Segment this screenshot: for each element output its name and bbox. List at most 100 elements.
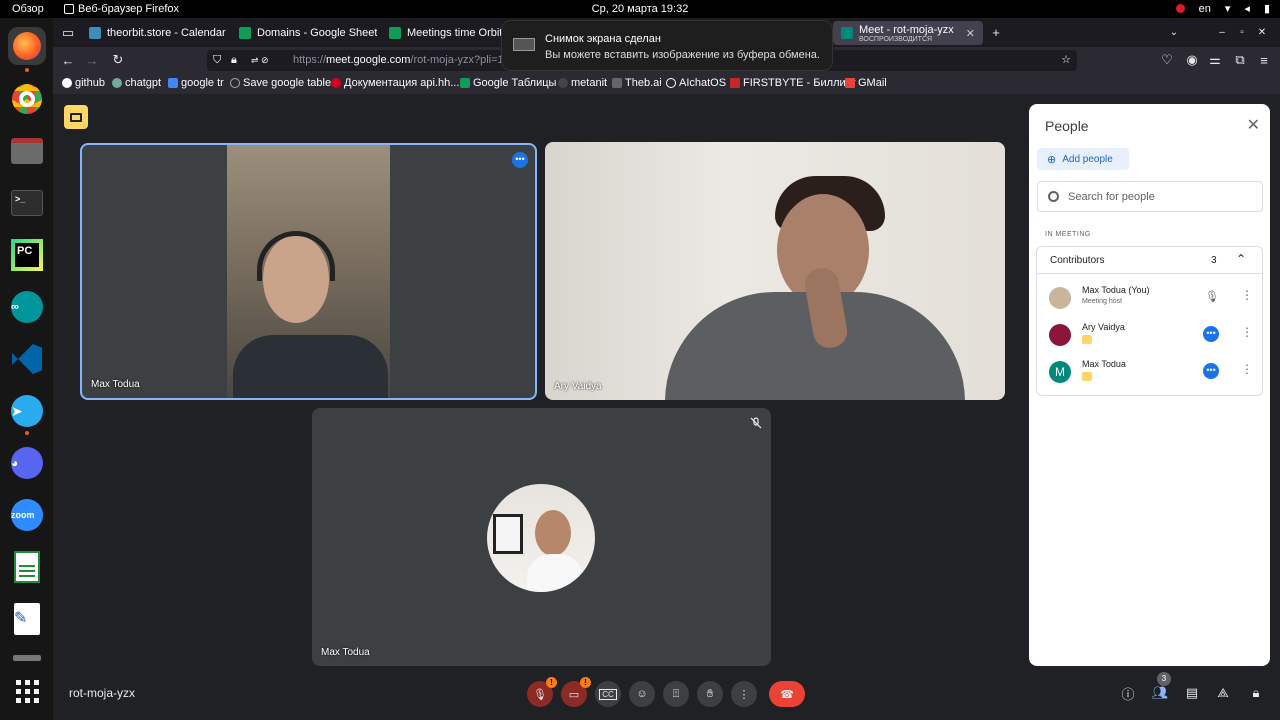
people-icon[interactable]: 👥︎ [1151,684,1169,702]
site-lock-icon[interactable]: 🔒︎ [231,50,237,71]
presentation-indicator-icon[interactable] [64,105,88,129]
leave-call-button[interactable]: ☎︎ [769,681,805,707]
system-top-bar: Обзор Веб-браузер Firefox Ср, 20 марта 1… [0,0,1280,18]
back-icon[interactable]: ← [59,51,77,69]
pocket-icon[interactable]: ♡ [1158,51,1176,69]
chevron-up-icon[interactable]: ⌃ [1236,252,1246,266]
present-button[interactable]: ⍐ [663,681,689,707]
participant-video [227,145,390,398]
tab-calendar[interactable]: theorbit.store - Calendar ✕ [81,21,227,45]
chat-icon[interactable]: ▤ [1183,684,1201,702]
pycharm-dock-icon[interactable]: PC [8,236,46,274]
participant-name: Max Todua [321,647,370,658]
search-icon [1048,191,1059,202]
clock[interactable]: Ср, 20 марта 19:32 [0,3,1280,15]
captions-icon: CC [599,688,617,700]
account-icon[interactable]: ◉ [1183,51,1201,69]
tab-label: theorbit.store - Calendar [107,27,226,39]
metanit-icon [558,78,568,88]
bookmark-save-google-table[interactable]: Save google table [230,77,331,89]
list-all-tabs-icon[interactable]: ⌄ [1165,23,1183,41]
discord-dock-icon[interactable]: ◕ [8,444,46,482]
url-host: meet.google.com [326,54,411,66]
close-window-icon[interactable]: ✕ [1253,23,1271,41]
files-dock-icon[interactable] [8,132,46,170]
maximize-window-icon[interactable]: ▫ [1233,23,1251,41]
more-options-icon[interactable]: ⋮ [1241,362,1253,376]
telegram-dock-icon[interactable]: ➤ [8,392,46,430]
bookmark-google-translate[interactable]: google tr [168,77,224,89]
bookmark-star-icon[interactable]: ☆ [1061,50,1071,71]
mic-toggle-button[interactable]: 🎙︎! [527,677,557,707]
host-controls-icon[interactable]: 🔒︎ [1247,684,1265,702]
panel-title: People [1045,118,1089,134]
bookmark-google-sheets[interactable]: Google Таблицы [460,77,556,89]
menu-icon[interactable]: ≡ [1255,51,1273,69]
meeting-details-icon[interactable]: ⓘ [1119,684,1137,702]
tracking-protection-icon[interactable]: ⛉ [213,50,221,71]
globe-icon [230,78,240,88]
screen-record-icon[interactable] [1175,4,1185,13]
arduino-dock-icon[interactable]: ∞ [8,288,46,326]
spreadsheet-dock-icon[interactable] [8,548,46,586]
tab-list-icon[interactable]: ▭ [59,24,77,42]
chrome-dock-icon[interactable] [8,80,46,118]
screenshot-thumbnail [513,38,535,51]
bookmark-metanit[interactable]: metanit [558,77,607,89]
close-tab-icon[interactable]: ✕ [966,27,975,40]
more-options-button[interactable]: ⋮ [731,681,757,707]
forward-icon[interactable]: → [83,51,101,69]
participant-row[interactable]: Max Todua (You) Meeting host 🎙︎ ⋮ [1037,282,1262,316]
raise-hand-button[interactable]: ✋︎ [697,681,723,707]
more-options-icon[interactable]: ⋮ [1241,325,1253,339]
tab-meet[interactable]: Meet - rot-moja-yzx ВОСПРОИЗВОДИТСЯ ✕ [833,21,983,45]
presenting-badge-icon [1082,372,1092,381]
extension-icon[interactable]: ⚌ [1206,51,1224,69]
wifi-icon: ▾ [1224,3,1231,15]
keyboard-layout[interactable]: en [1199,3,1211,15]
bookmark-hh-api[interactable]: Документация api.hh... [331,77,459,89]
search-people-input[interactable]: Search for people [1037,181,1263,212]
app-grid-icon[interactable] [8,672,46,710]
more-options-icon[interactable]: ⋮ [1241,288,1253,302]
activities-icon[interactable]: ⟁ [1214,684,1232,702]
captions-button[interactable]: CC [595,681,621,707]
people-panel: People ✕ ⊕ Add people Search for people … [1029,104,1270,666]
hh-icon [331,78,341,88]
extensions-puzzle-icon[interactable]: ⧉ [1231,51,1249,69]
terminal-dock-icon[interactable]: >_ [8,184,46,222]
reload-icon[interactable]: ↻ [109,51,127,69]
close-panel-icon[interactable]: ✕ [1247,115,1260,135]
bookmark-firstbyte[interactable]: FIRSTBYTE - Биллинг [730,77,856,89]
trash-dock-icon[interactable] [8,652,46,664]
tab-domains[interactable]: Domains - Google Sheets ✕ [231,21,377,45]
contributors-header[interactable]: Contributors 3 ⌃ [1037,247,1262,274]
bookmark-thebai[interactable]: Theb.ai [612,77,662,89]
bookmark-chatgpt[interactable]: chatgpt [112,77,161,89]
zoom-dock-icon[interactable]: zoom [8,496,46,534]
tile-options-icon[interactable]: ••• [512,152,528,168]
minimize-window-icon[interactable]: – [1213,23,1231,41]
firefox-dock-icon[interactable] [8,27,46,65]
warning-icon: ! [580,677,591,688]
participant-row[interactable]: M Max Todua ••• ⋮ [1037,356,1262,390]
vscode-dock-icon[interactable] [8,340,46,378]
mic-off-icon[interactable]: 🎙︎ [1205,290,1219,303]
add-people-button[interactable]: ⊕ Add people [1037,148,1129,170]
bookmark-github[interactable]: github [62,77,105,89]
new-tab-icon[interactable]: + [987,23,1005,41]
video-tile-pinned[interactable]: ••• Max Todua [80,143,537,400]
tab-meetings-time[interactable]: Meetings time Orbit - [381,21,501,45]
reactions-button[interactable]: ☺ [629,681,655,707]
screenshot-notification[interactable]: Снимок экрана сделан Вы можете вставить … [501,20,833,71]
participant-row[interactable]: Ary Vaidya ••• ⋮ [1037,319,1262,353]
bookmark-gmail[interactable]: GMail [845,77,887,89]
meet-page: ••• Max Todua Ary Vaidya Max Todua Peopl… [53,94,1280,720]
camera-toggle-button[interactable]: ▭! [561,677,591,707]
video-tile[interactable]: Ary Vaidya [545,142,1005,400]
bookmark-aichatos[interactable]: AIchatOS [666,77,726,89]
permissions-icon[interactable]: ⇌ ⊘ [251,50,269,71]
firstbyte-icon [730,78,740,88]
avatar-tile[interactable]: Max Todua [312,408,771,666]
text-editor-dock-icon[interactable]: ✎ [8,600,46,638]
